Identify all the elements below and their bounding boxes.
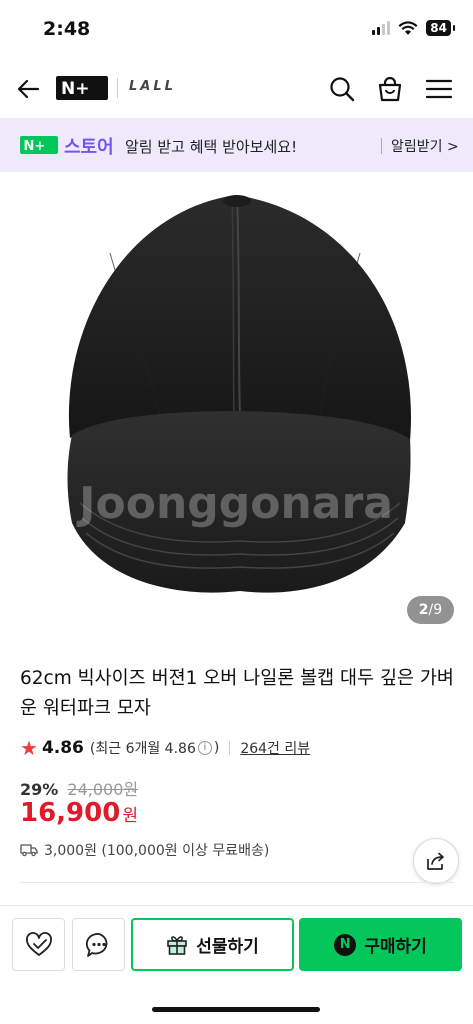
status-bar: 2:48 84 [0,0,473,60]
buy-button[interactable]: N 구매하기 [299,918,462,971]
star-icon: ★ [20,736,38,760]
product-title: 62cm 빅사이즈 버젼1 오버 나일론 볼캡 대두 깊은 가벼운 워터파크 모… [20,668,454,719]
content-divider [20,882,454,883]
truck-icon [20,844,38,857]
banner-message: 알림 받고 혜택 받아보세요! [125,138,298,156]
gift-label: 선물하기 [196,937,259,957]
wifi-icon [398,20,418,35]
share-button[interactable] [413,838,459,884]
wishlist-button[interactable] [12,918,65,971]
notification-banner[interactable]: N+ 스토어 알림 받고 혜택 받아보세요! 알림받기 > [0,118,473,172]
discount-percent: 29% [20,780,59,799]
sale-price: 16,900 원 [20,798,138,828]
signal-icon [372,21,391,35]
price-value: 16,900 [20,798,121,828]
banner-divider [381,138,382,154]
header-divider [117,78,118,98]
rating-row: ★ 4.86 (최근 6개월 4.86 i ) 264건 리뷰 [20,736,310,760]
menu-icon[interactable] [424,74,454,104]
shopping-bag-icon[interactable] [375,74,405,104]
notification-link[interactable]: 알림받기 > [391,136,459,156]
image-counter: 2/9 [407,596,454,624]
recent-rating-suffix: ) [213,740,220,756]
product-image[interactable]: Joonggonara [0,173,473,643]
share-icon [427,852,444,870]
back-arrow-icon[interactable] [14,74,44,104]
shipping-info: 3,000원 (100,000원 이상 무료배송) [20,840,269,860]
discount-row: 29% 24,000원 [20,776,138,800]
gift-button[interactable]: 선물하기 [131,918,294,971]
chat-icon [85,932,107,957]
recent-rating: (최근 6개월 4.86 [89,741,196,757]
heart-check-icon [25,931,52,956]
cap-image: Joonggonara [67,194,412,593]
battery-icon: 84 [426,20,455,36]
naver-plus-logo: N+ [20,136,58,154]
svg-text:N+: N+ [61,79,89,99]
naver-plus-logo[interactable]: N+ [56,76,108,100]
home-indicator [152,1007,320,1012]
info-icon[interactable]: i [197,741,212,755]
gift-icon [167,935,188,955]
rating-divider [229,741,231,755]
svg-text:N+: N+ [24,139,46,154]
shipping-text: 3,000원 (100,000원 이상 무료배송) [44,843,270,859]
store-label: 스토어 [64,137,114,158]
buy-label: 구매하기 [364,937,427,957]
chat-button[interactable] [72,918,125,971]
price-currency: 원 [122,806,138,826]
naver-pay-icon: N [334,933,357,956]
search-icon[interactable] [327,74,357,104]
brand-name[interactable]: LALL [129,79,176,94]
svg-text:Joonggonara: Joonggonara [76,478,393,529]
top-nav: N+ LALL [0,62,473,114]
original-price: 24,000원 [67,780,139,799]
status-icons: 84 [372,20,455,36]
status-time: 2:48 [43,18,91,40]
reviews-link[interactable]: 264건 리뷰 [240,738,310,758]
rating-score: 4.86 [41,738,84,758]
